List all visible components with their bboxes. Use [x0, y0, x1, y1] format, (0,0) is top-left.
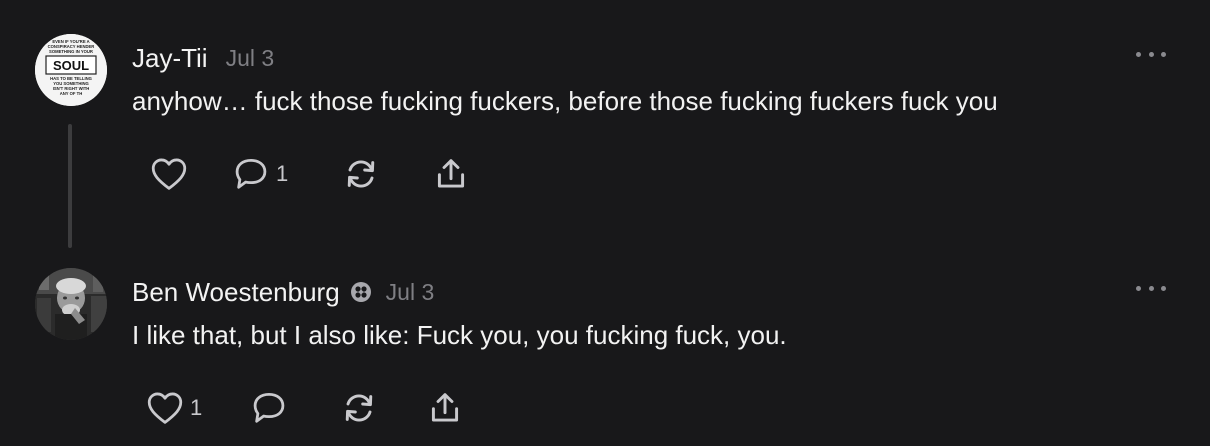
comment-text: I like that, but I also like: Fuck you, …	[132, 320, 787, 350]
subscriber-badge-icon	[350, 281, 372, 303]
thread-line	[68, 124, 72, 248]
comment-count: 1	[276, 161, 289, 186]
comment-button[interactable]: 1	[232, 157, 342, 191]
like-button[interactable]: 1	[146, 391, 250, 425]
comment-header: Jay-Tii Jul 3	[132, 40, 274, 76]
more-dot	[1161, 285, 1166, 291]
more-dot	[1148, 51, 1154, 57]
avatar[interactable]: EVEN IF YOU'RE A CONSPIRACY HENDER SOMET…	[35, 34, 107, 106]
restack-button[interactable]	[342, 157, 432, 191]
author-name[interactable]: Jay-Tii	[132, 43, 208, 74]
comment-text: anyhow… fuck those fucking fuckers, befo…	[132, 86, 998, 116]
comment-date[interactable]: Jul 3	[226, 45, 275, 72]
comment-date[interactable]: Jul 3	[386, 279, 435, 306]
author-name[interactable]: Ben Woestenburg	[132, 277, 340, 308]
like-count: 1	[190, 395, 203, 420]
heart-icon	[147, 392, 183, 424]
svg-text:ANY OF TH: ANY OF TH	[60, 91, 83, 96]
restack-icon	[347, 160, 375, 188]
share-icon	[431, 393, 459, 422]
more-dot	[1148, 285, 1154, 291]
share-button[interactable]	[426, 391, 466, 425]
more-dot	[1161, 51, 1166, 57]
svg-text:SOUL: SOUL	[53, 58, 89, 73]
comment-button[interactable]	[250, 391, 340, 425]
comment-actions: 1	[146, 388, 466, 428]
restack-icon	[345, 394, 373, 422]
share-icon	[437, 159, 465, 188]
like-button[interactable]	[150, 157, 232, 191]
svg-text:SOMETHING IN YOUR: SOMETHING IN YOUR	[49, 49, 93, 54]
avatar[interactable]	[35, 268, 107, 340]
comment-bubble-icon	[235, 159, 267, 189]
more-dots-icon	[1136, 51, 1141, 57]
heart-icon	[151, 158, 187, 190]
comment-header: Ben Woestenburg Jul 3	[132, 274, 434, 310]
more-dots-icon	[1136, 285, 1141, 291]
more-options-button[interactable]	[1136, 278, 1166, 298]
comment-bubble-icon	[253, 393, 285, 423]
restack-button[interactable]	[340, 391, 426, 425]
avatar-image	[35, 268, 107, 340]
comment-actions: 1	[150, 154, 472, 194]
avatar-image: EVEN IF YOU'RE A CONSPIRACY HENDER SOMET…	[35, 34, 107, 106]
more-options-button[interactable]	[1136, 44, 1166, 64]
share-button[interactable]	[432, 157, 472, 191]
comment-thread: EVEN IF YOU'RE A CONSPIRACY HENDER SOMET…	[0, 0, 1210, 446]
